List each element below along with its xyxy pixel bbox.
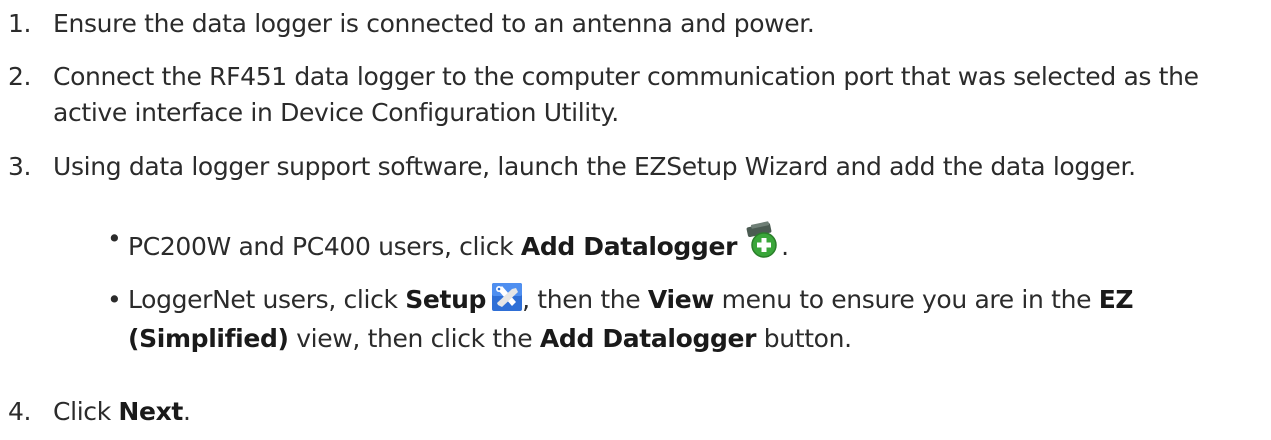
- bullet-text-part: .: [781, 232, 789, 261]
- step-4: 4. Click Next.: [0, 394, 1271, 430]
- add-datalogger-button-label: Add Datalogger: [539, 324, 757, 353]
- step-1: 1. Ensure the data logger is connected t…: [0, 6, 1271, 42]
- step-number: 2.: [8, 62, 32, 91]
- add-datalogger-label: Add Datalogger: [520, 232, 738, 261]
- step-number: 3.: [8, 152, 32, 181]
- bullet-dot: •: [107, 224, 122, 253]
- bullet-text-part: menu to ensure you are in the: [714, 285, 1099, 314]
- bullet-dot: •: [107, 285, 122, 314]
- setup-icon[interactable]: [492, 283, 523, 321]
- bullet-pc200w: • PC200W and PC400 users, click Add Data…: [0, 221, 1271, 271]
- step-text-part: .: [182, 397, 191, 426]
- add-datalogger-icon[interactable]: [745, 221, 781, 271]
- bullet-text-part: PC200W and PC400 users, click: [128, 232, 521, 261]
- step-number: 1.: [8, 9, 32, 38]
- step-text: Connect the RF451 data logger to the com…: [53, 62, 1199, 127]
- step-number: 4.: [8, 397, 32, 426]
- step-3: 3. Using data logger support software, l…: [0, 149, 1271, 185]
- bullet-text-part: , then the: [522, 285, 648, 314]
- next-label: Next: [118, 397, 183, 426]
- bullet-loggernet: • LoggerNet users, click Setup , then th…: [0, 282, 1271, 357]
- bullet-text-part: LoggerNet users, click: [128, 285, 406, 314]
- step-text: Using data logger support software, laun…: [53, 152, 1136, 181]
- bullet-text: PC200W and PC400 users, click Add Datalo…: [128, 221, 1261, 271]
- step-text: Ensure the data logger is connected to a…: [53, 9, 815, 38]
- setup-label: Setup: [405, 285, 487, 314]
- bullet-text-part: view, then click the: [288, 324, 540, 353]
- view-label: View: [647, 285, 715, 314]
- instructions-page: 1. Ensure the data logger is connected t…: [0, 0, 1271, 440]
- bullet-text-part: button.: [756, 324, 852, 353]
- bullet-text: LoggerNet users, click Setup , then the …: [128, 282, 1261, 357]
- step-text-part: Click: [53, 397, 119, 426]
- step-2: 2. Connect the RF451 data logger to the …: [0, 59, 1271, 131]
- step-text: Click Next.: [53, 394, 1261, 430]
